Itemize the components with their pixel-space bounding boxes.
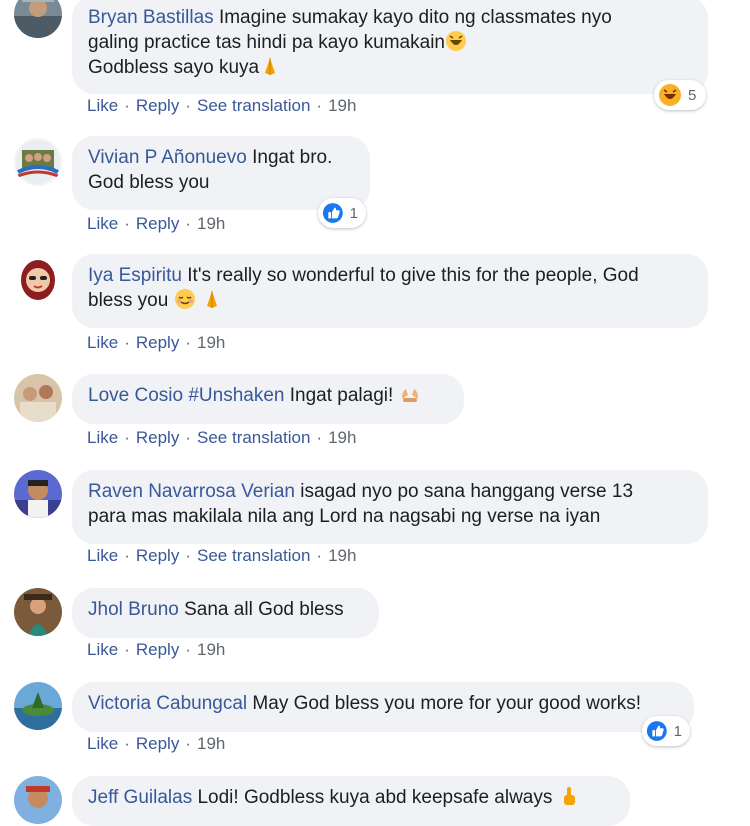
comment-author[interactable]: Jeff Guilalas	[88, 787, 192, 808]
comment-text: isagad nyo po sana hanggang verse 13	[295, 481, 634, 502]
avatar[interactable]	[14, 256, 62, 304]
reply-link[interactable]: Reply	[136, 734, 179, 753]
avatar[interactable]	[14, 138, 62, 186]
comment-actions: Like · Reply · 19h	[87, 333, 226, 352]
see-translation-link[interactable]: See translation	[197, 428, 310, 447]
comment-bubble: Iya Espiritu It's really so wonderful to…	[72, 254, 708, 328]
like-link[interactable]: Like	[87, 333, 118, 352]
reply-link[interactable]: Reply	[136, 640, 179, 659]
avatar[interactable]	[14, 374, 62, 422]
avatar[interactable]	[14, 682, 62, 730]
raised-hands-emoji	[399, 383, 421, 405]
like-reaction-icon	[322, 203, 343, 223]
haha-reaction-icon	[659, 84, 681, 106]
comment-text: bless you	[88, 290, 169, 311]
like-reaction-icon	[646, 721, 667, 741]
reaction-count[interactable]: 1	[318, 198, 366, 228]
avatar[interactable]	[14, 0, 62, 38]
comment-text: May God bless you more for your good wor…	[247, 693, 642, 714]
comment-author[interactable]: Bryan Bastillas	[88, 7, 214, 28]
comment-author[interactable]: Raven Navarrosa Verian	[88, 481, 295, 502]
like-link[interactable]: Like	[87, 734, 118, 753]
folded-hands-emoji	[201, 288, 223, 310]
comment-actions: Like · Reply · 19h	[87, 734, 226, 753]
reaction-count[interactable]: 1	[642, 716, 690, 746]
reply-link[interactable]: Reply	[136, 333, 179, 352]
see-translation-link[interactable]: See translation	[197, 546, 310, 565]
comment-bubble: Love Cosio #Unshaken Ingat palagi!	[72, 374, 464, 424]
reply-link[interactable]: Reply	[136, 546, 179, 565]
reaction-count-value: 1	[673, 722, 682, 740]
hashtag-link[interactable]: #Unshaken	[183, 385, 284, 406]
comment-bubble: Bryan Bastillas Imagine sumakay kayo dit…	[72, 0, 708, 94]
reply-link[interactable]: Reply	[136, 96, 179, 115]
comment-text: galing practice tas hindi pa kayo kumaka…	[88, 32, 445, 53]
comment-author[interactable]: Jhol Bruno	[88, 599, 179, 620]
reply-link[interactable]: Reply	[136, 428, 179, 447]
timestamp[interactable]: 19h	[328, 96, 356, 115]
comment-text: It's really so wonderful to give this fo…	[181, 265, 639, 286]
avatar[interactable]	[14, 470, 62, 518]
comment-bubble: Victoria Cabungcal May God bless you mor…	[72, 682, 694, 732]
like-link[interactable]: Like	[87, 96, 118, 115]
comment-author[interactable]: Iya Espiritu	[88, 265, 182, 286]
comment-actions: Like · Reply · See translation · 19h	[87, 428, 357, 447]
reaction-count-value: 1	[349, 204, 358, 222]
reply-link[interactable]: Reply	[136, 214, 179, 233]
avatar[interactable]	[14, 588, 62, 636]
folded-hands-emoji	[259, 55, 281, 77]
comment-actions: Like · Reply · See translation · 19h	[87, 546, 357, 565]
comment-text: Lodi! Godbless kuya abd keepsafe always	[192, 787, 553, 808]
comment-bubble: Jhol Bruno Sana all God bless	[72, 588, 379, 638]
comment-text: God bless you	[88, 172, 210, 193]
pointing-up-emoji	[558, 785, 580, 807]
timestamp[interactable]: 19h	[328, 428, 356, 447]
timestamp[interactable]: 19h	[197, 640, 225, 659]
see-translation-link[interactable]: See translation	[197, 96, 310, 115]
like-link[interactable]: Like	[87, 546, 118, 565]
comment-text: Ingat palagi!	[284, 385, 394, 406]
relieved-face-emoji	[174, 288, 196, 310]
comment-author[interactable]: Love Cosio	[88, 385, 183, 406]
like-link[interactable]: Like	[87, 428, 118, 447]
comment-bubble: Jeff Guilalas Lodi! Godbless kuya abd ke…	[72, 776, 630, 826]
timestamp[interactable]: 19h	[197, 734, 225, 753]
comment-text: Godbless sayo kuya	[88, 57, 260, 78]
comment-text: para mas makilala nila ang Lord na nagsa…	[88, 506, 601, 527]
comment-text: Imagine sumakay kayo dito ng classmates …	[213, 7, 612, 28]
avatar[interactable]	[14, 776, 62, 824]
reaction-count-value: 5	[688, 86, 697, 104]
like-link[interactable]: Like	[87, 640, 118, 659]
comment-bubble: Raven Navarrosa Verian isagad nyo po san…	[72, 470, 708, 544]
timestamp[interactable]: 19h	[197, 214, 225, 233]
comment-author[interactable]: Victoria Cabungcal	[88, 693, 247, 714]
comment-text: Sana all God bless	[178, 599, 344, 620]
comment-actions: Like · Reply · 19h	[87, 640, 226, 659]
comment-actions: Like · Reply · See translation · 19h	[87, 96, 357, 115]
comment-actions: Like · Reply · 19h	[87, 214, 226, 233]
like-link[interactable]: Like	[87, 214, 118, 233]
comment-author[interactable]: Vivian P Añonuevo	[88, 147, 247, 168]
reaction-count[interactable]: 5	[654, 80, 706, 110]
laughing-emoji	[445, 30, 467, 52]
comment-text: Ingat bro.	[246, 147, 333, 168]
timestamp[interactable]: 19h	[197, 333, 225, 352]
timestamp[interactable]: 19h	[328, 546, 356, 565]
